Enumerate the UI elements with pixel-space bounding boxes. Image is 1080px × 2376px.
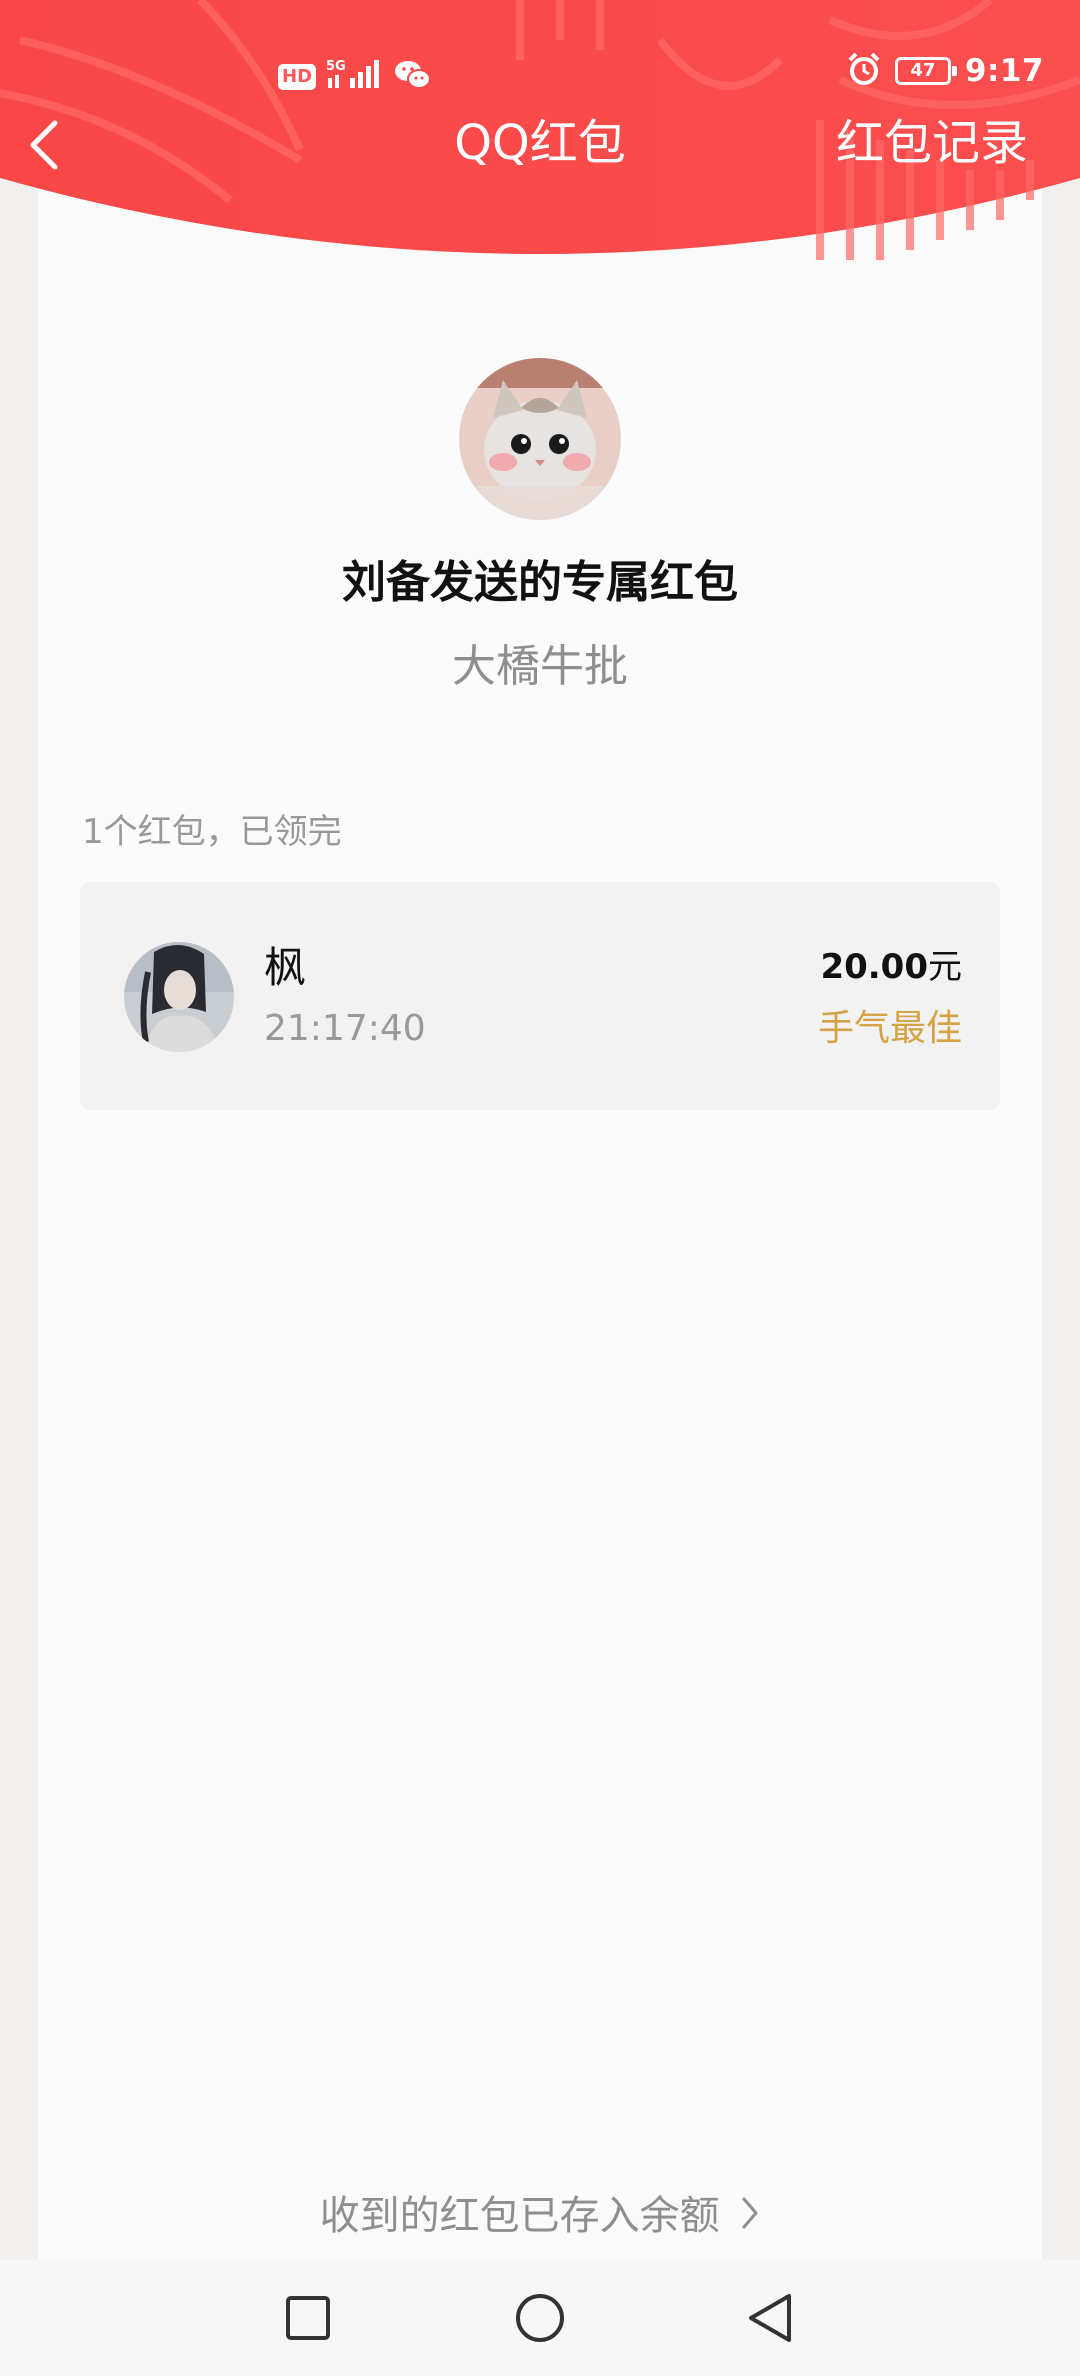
cat-avatar-image (459, 358, 621, 520)
recipient-avatar-image (124, 942, 234, 1052)
balance-link-label: 收到的红包已存入余额 (319, 2193, 720, 2239)
sender-title: 刘备发送的专属红包 (342, 557, 738, 608)
status-right-group: 47 9:17 (847, 52, 1044, 90)
system-navigation-bar (0, 2260, 1080, 2376)
amount-value: 20.00 (820, 947, 928, 987)
sender-avatar[interactable] (459, 358, 621, 520)
status-time: 9:17 (964, 53, 1044, 89)
blessing-message: 大橋牛批 (452, 641, 628, 692)
hd-badge: HD (278, 64, 317, 90)
circle-icon (516, 2294, 564, 2342)
balance-link[interactable]: 收到的红包已存入余额 (0, 2188, 1080, 2246)
square-icon (286, 2296, 330, 2340)
triangle-back-icon (749, 2294, 791, 2342)
chevron-left-icon (30, 120, 58, 170)
back-button[interactable] (14, 112, 74, 178)
best-luck-badge: 手气最佳 (817, 1008, 962, 1049)
status-left-group: HD 5G (278, 58, 432, 96)
claim-time: 21:17:40 (264, 1008, 426, 1049)
wechat-icon (394, 59, 432, 95)
red-packet-header: HD 5G 47 9:17 QQ红包 红包记录 (0, 0, 1080, 290)
recent-apps-button[interactable] (278, 2288, 338, 2348)
avatar[interactable] (124, 942, 234, 1052)
signal-icon: 5G (326, 58, 384, 96)
chevron-right-icon (740, 2190, 760, 2246)
claim-amount: 20.00元 (820, 942, 962, 992)
page-title: QQ红包 (454, 115, 626, 171)
alarm-icon (847, 52, 881, 90)
battery-indicator: 47 (894, 57, 957, 85)
home-button[interactable] (510, 2288, 570, 2348)
claim-summary: 1个红包，已领完 (82, 812, 342, 852)
list-item[interactable]: 枫 21:17:40 20.00元 手气最佳 (80, 882, 1000, 1110)
recipient-name: 枫 (264, 943, 307, 992)
red-packet-records-link[interactable]: 红包记录 (836, 110, 1028, 176)
amount-unit: 元 (928, 947, 962, 987)
back-nav-button[interactable] (740, 2288, 800, 2348)
svg-text:5G: 5G (326, 59, 346, 74)
status-bar: HD 5G 47 9:17 (0, 52, 1080, 98)
